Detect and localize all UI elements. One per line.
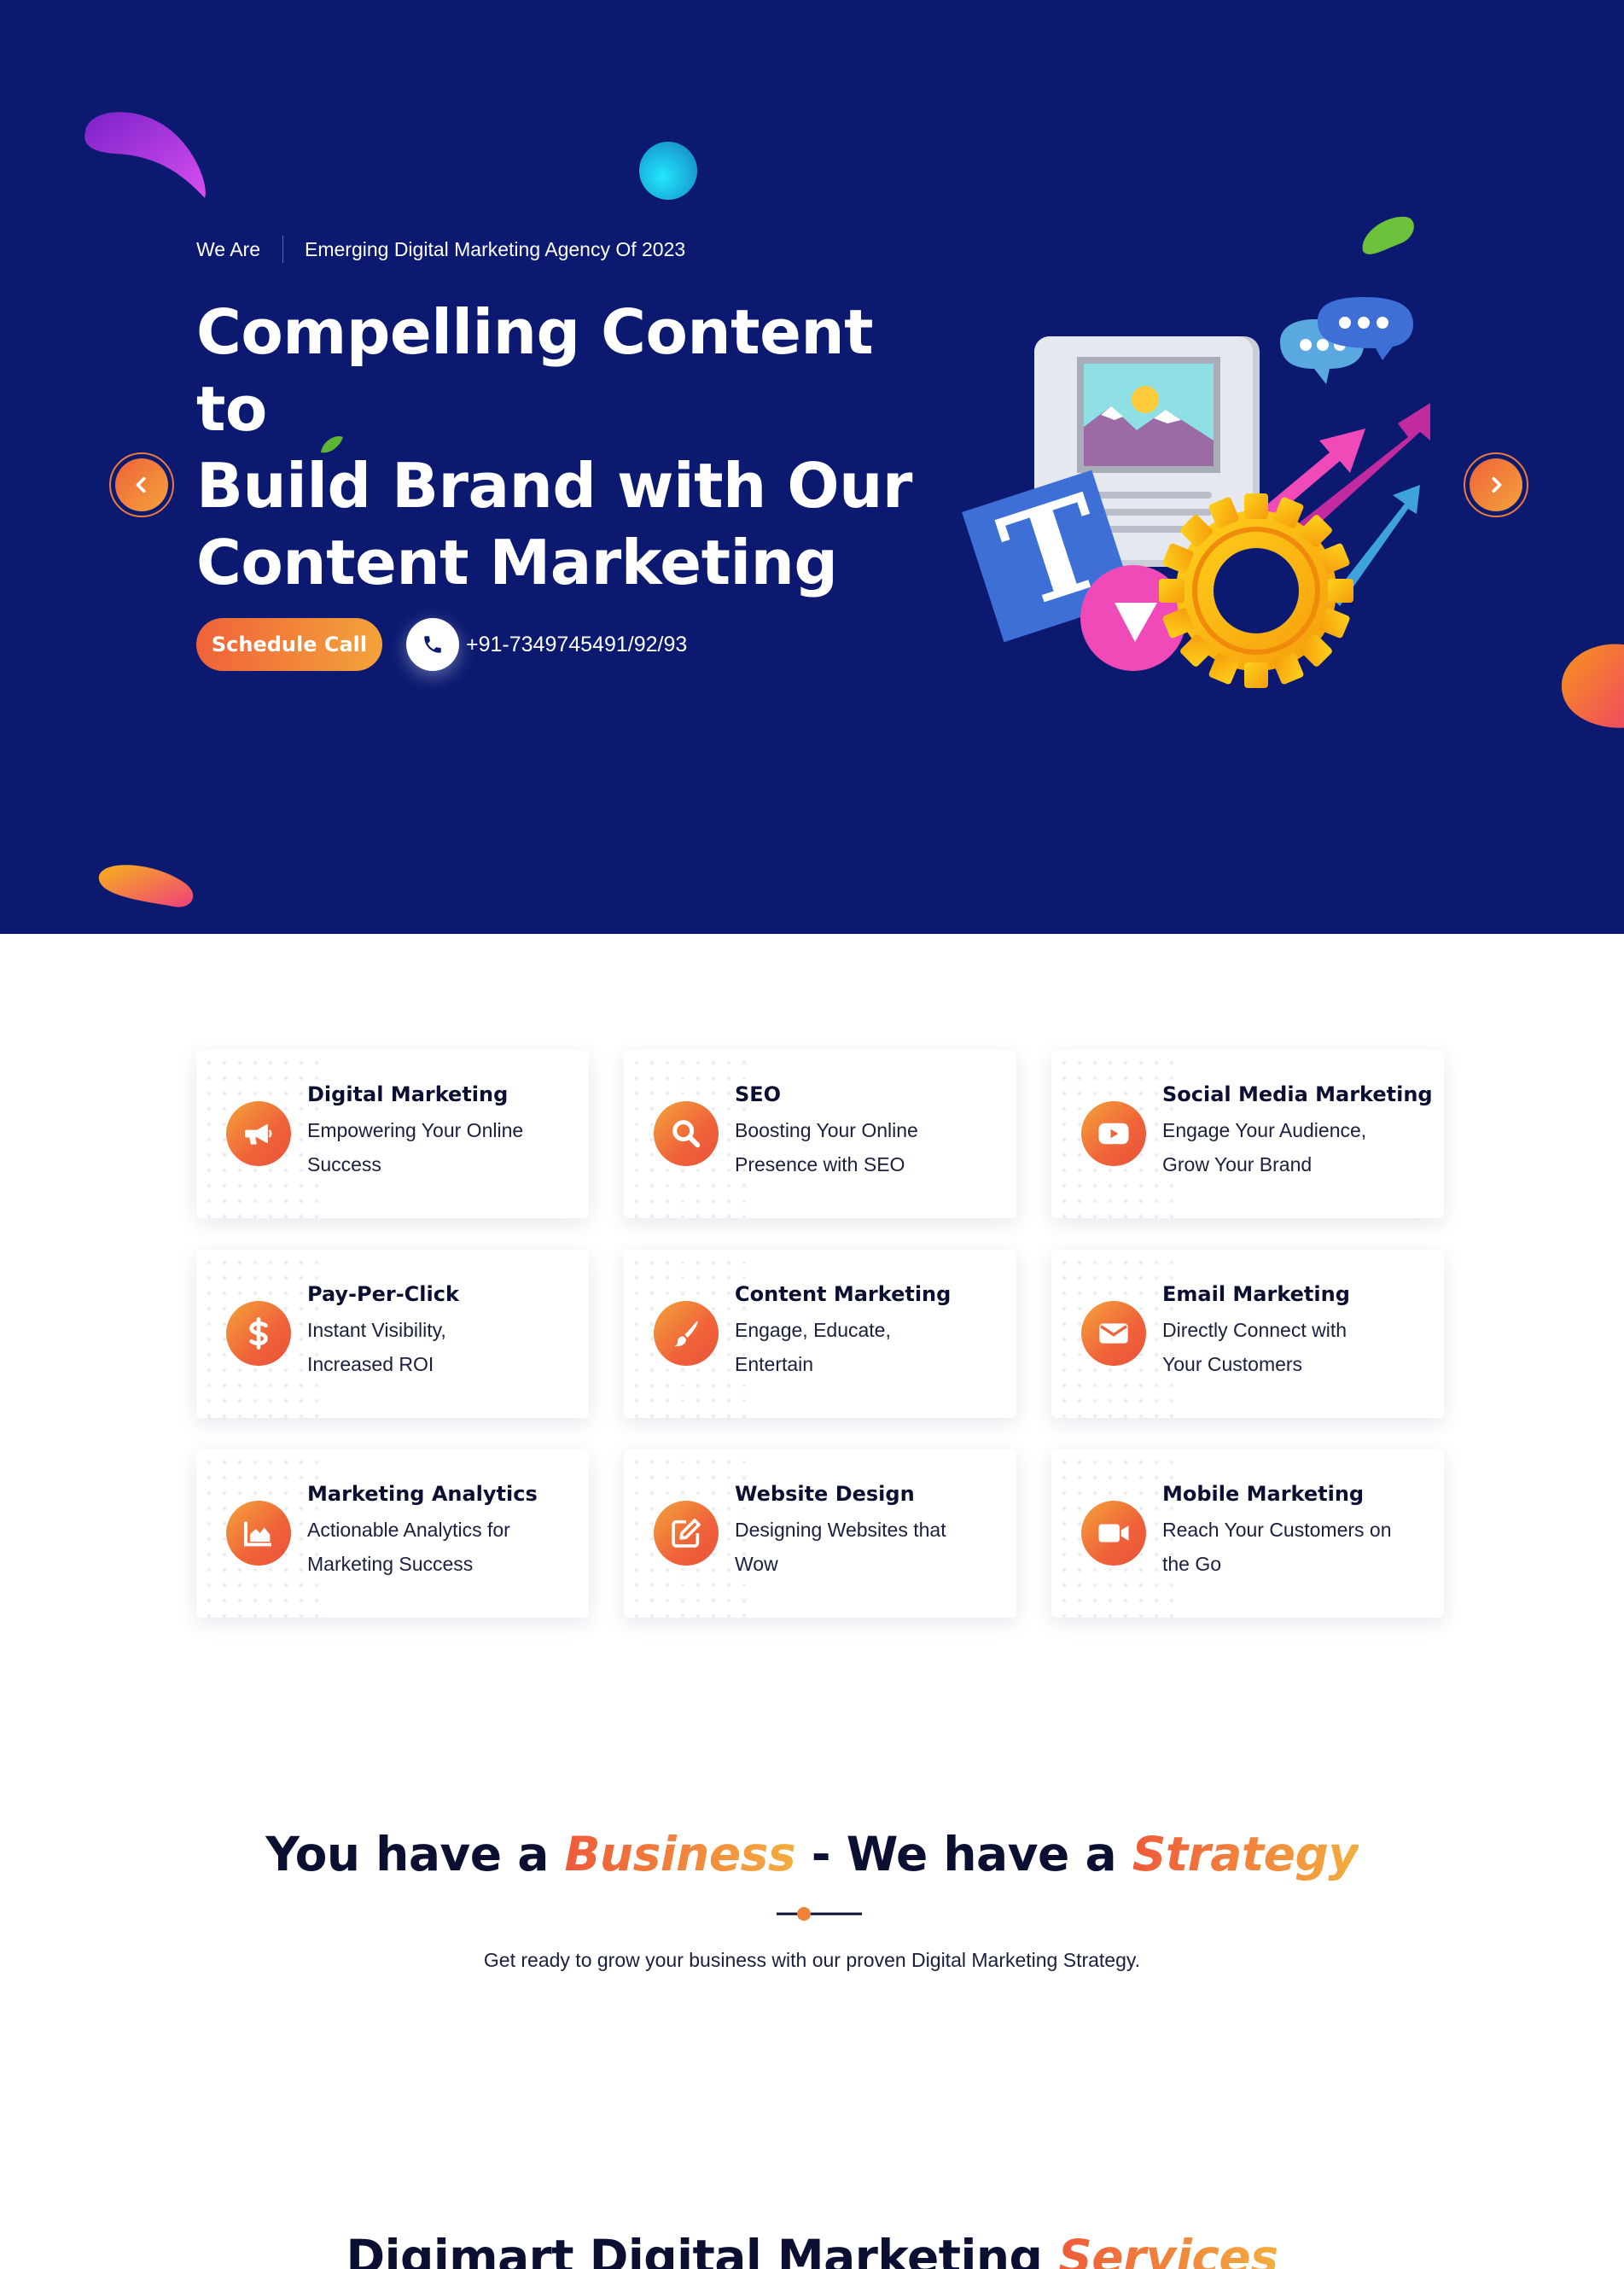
service-card-content-marketing[interactable]: Content Marketing Engage, Educate, Entert… (624, 1250, 1016, 1418)
schedule-call-button[interactable]: Schedule Call (196, 618, 382, 671)
purple-blob-decoration (84, 112, 206, 198)
headline-line-1: Compelling Content to (196, 296, 874, 445)
service-card-seo[interactable]: SEO Boosting Your Online Presence with SE… (624, 1050, 1016, 1218)
service-description: Boosting Your Online Presence with SEO (735, 1119, 918, 1175)
chevron-left-icon (115, 458, 168, 511)
green-blob-decoration (1362, 216, 1414, 254)
paintbrush-icon (654, 1301, 719, 1366)
phone-icon[interactable] (406, 618, 459, 671)
hero-eyebrow: We Are Emerging Digital Marketing Agency… (196, 236, 964, 263)
yellow-blob-decoration (98, 865, 194, 907)
services-heading: Digimart Digital Marketing Services (0, 2230, 1624, 2269)
orange-blob-decoration (1561, 644, 1624, 728)
cyan-bubble-decoration (639, 142, 697, 200)
service-title: Mobile Marketing (1162, 1482, 1365, 1506)
service-title: Social Media Marketing (1162, 1082, 1433, 1106)
hero-content: We Are Emerging Digital Marketing Agency… (196, 236, 964, 671)
services-heading-lead: Digimart Digital Marketing (346, 2230, 1059, 2269)
service-title: Content Marketing (735, 1282, 952, 1306)
service-card-pay-per-click[interactable]: Pay-Per-Click Instant Visibility, Increas… (196, 1250, 589, 1418)
service-title: Marketing Analytics (307, 1482, 538, 1506)
service-card-website-design[interactable]: Website Design Designing Websites that Wo… (624, 1449, 1016, 1618)
strategy-heading: You have a Business - We have a Strategy (0, 1827, 1624, 1881)
strategy-accent-strategy: Strategy (1132, 1827, 1359, 1881)
service-card-digital-marketing[interactable]: Digital Marketing Empowering Your Online… (196, 1050, 589, 1218)
service-description: Reach Your Customers on the Go (1162, 1519, 1392, 1575)
hero-cta-row: Schedule Call +91-7349745491/92/93 (196, 618, 964, 671)
youtube-icon (1081, 1101, 1146, 1166)
heading-divider (777, 1907, 862, 1921)
strategy-accent-business: Business (564, 1827, 796, 1881)
service-title: SEO (735, 1082, 782, 1106)
edit-icon (654, 1501, 719, 1566)
service-description: Instant Visibility, Increased ROI (307, 1319, 446, 1375)
headline-line-3: Content Marketing (196, 527, 838, 598)
phone-number[interactable]: +91-7349745491/92/93 (466, 633, 687, 657)
service-cards-grid: Digital Marketing Empowering Your Online… (196, 1050, 1444, 1618)
service-card-social-media-marketing[interactable]: Social Media Marketing Engage Your Audie… (1051, 1050, 1444, 1218)
strategy-heading-part-1: You have a (265, 1827, 565, 1881)
service-description: Empowering Your Online Success (307, 1119, 524, 1175)
service-description: Designing Websites that Wow (735, 1519, 946, 1575)
search-icon (654, 1101, 719, 1166)
slider-next-button[interactable] (1464, 452, 1528, 517)
service-card-mobile-marketing[interactable]: Mobile Marketing Reach Your Customers on… (1051, 1449, 1444, 1618)
strategy-heading-part-2: - We have a (795, 1827, 1132, 1881)
service-card-marketing-analytics[interactable]: Marketing Analytics Actionable Analytics… (196, 1449, 589, 1618)
service-title: Email Marketing (1162, 1282, 1350, 1306)
dollar-icon (226, 1301, 291, 1366)
service-title: Digital Marketing (307, 1082, 509, 1106)
service-description: Engage Your Audience, Grow Your Brand (1162, 1119, 1367, 1175)
services-heading-accent: Services (1058, 2230, 1278, 2269)
hero-section: We Are Emerging Digital Marketing Agency… (0, 0, 1624, 934)
service-title: Pay-Per-Click (307, 1282, 459, 1306)
envelope-icon (1081, 1301, 1146, 1366)
service-card-email-marketing[interactable]: Email Marketing Directly Connect with You… (1051, 1250, 1444, 1418)
eyebrow-separator (282, 236, 283, 263)
video-camera-icon (1081, 1501, 1146, 1566)
phone-contact[interactable]: +91-7349745491/92/93 (406, 618, 687, 671)
service-title: Website Design (735, 1482, 915, 1506)
chevron-right-icon (1470, 458, 1522, 511)
slider-prev-button[interactable] (109, 452, 174, 517)
megaphone-icon (226, 1101, 291, 1166)
area-chart-icon (226, 1501, 291, 1566)
service-description: Directly Connect with Your Customers (1162, 1319, 1348, 1375)
content-marketing-illustration: T (962, 297, 1430, 688)
strategy-subtitle: Get ready to grow your business with our… (483, 1949, 1141, 1971)
headline-line-2: Build Brand with Our (196, 450, 912, 522)
service-description: Engage, Educate, Entertain (735, 1319, 891, 1375)
hero-headline: Compelling Content to Build Brand with O… (196, 294, 964, 601)
eyebrow-lead: We Are (196, 237, 260, 260)
service-description: Actionable Analytics for Marketing Succes… (307, 1519, 510, 1575)
eyebrow-text: Emerging Digital Marketing Agency Of 202… (305, 237, 686, 260)
